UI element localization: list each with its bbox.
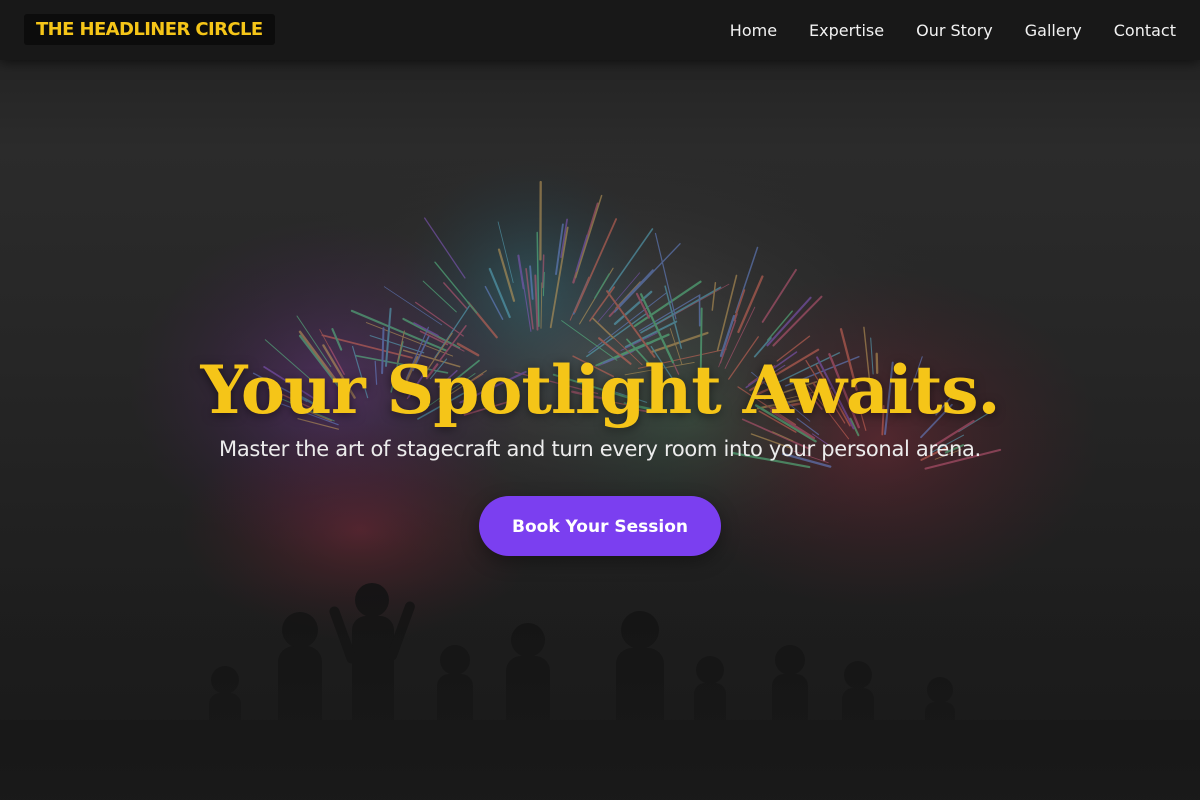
book-session-button[interactable]: Book Your Session [479,496,721,556]
hero-content: Your Spotlight Awaits. Master the art of… [0,348,1200,556]
nav-link-contact[interactable]: Contact [1114,21,1176,40]
top-navbar: THE HEADLINER CIRCLE Home Expertise Our … [0,0,1200,60]
nav-link-expertise[interactable]: Expertise [809,21,884,40]
nav-menu: Home Expertise Our Story Gallery Contact [730,0,1176,60]
nav-link-home[interactable]: Home [730,21,777,40]
hero-subtitle: Master the art of stagecraft and turn ev… [219,437,981,461]
hero-section: Your Spotlight Awaits. Master the art of… [0,60,1200,800]
hero-title: Your Spotlight Awaits. [200,351,1000,429]
brand-logo[interactable]: THE HEADLINER CIRCLE [24,14,275,45]
nav-link-gallery[interactable]: Gallery [1025,21,1082,40]
nav-link-our-story[interactable]: Our Story [916,21,993,40]
